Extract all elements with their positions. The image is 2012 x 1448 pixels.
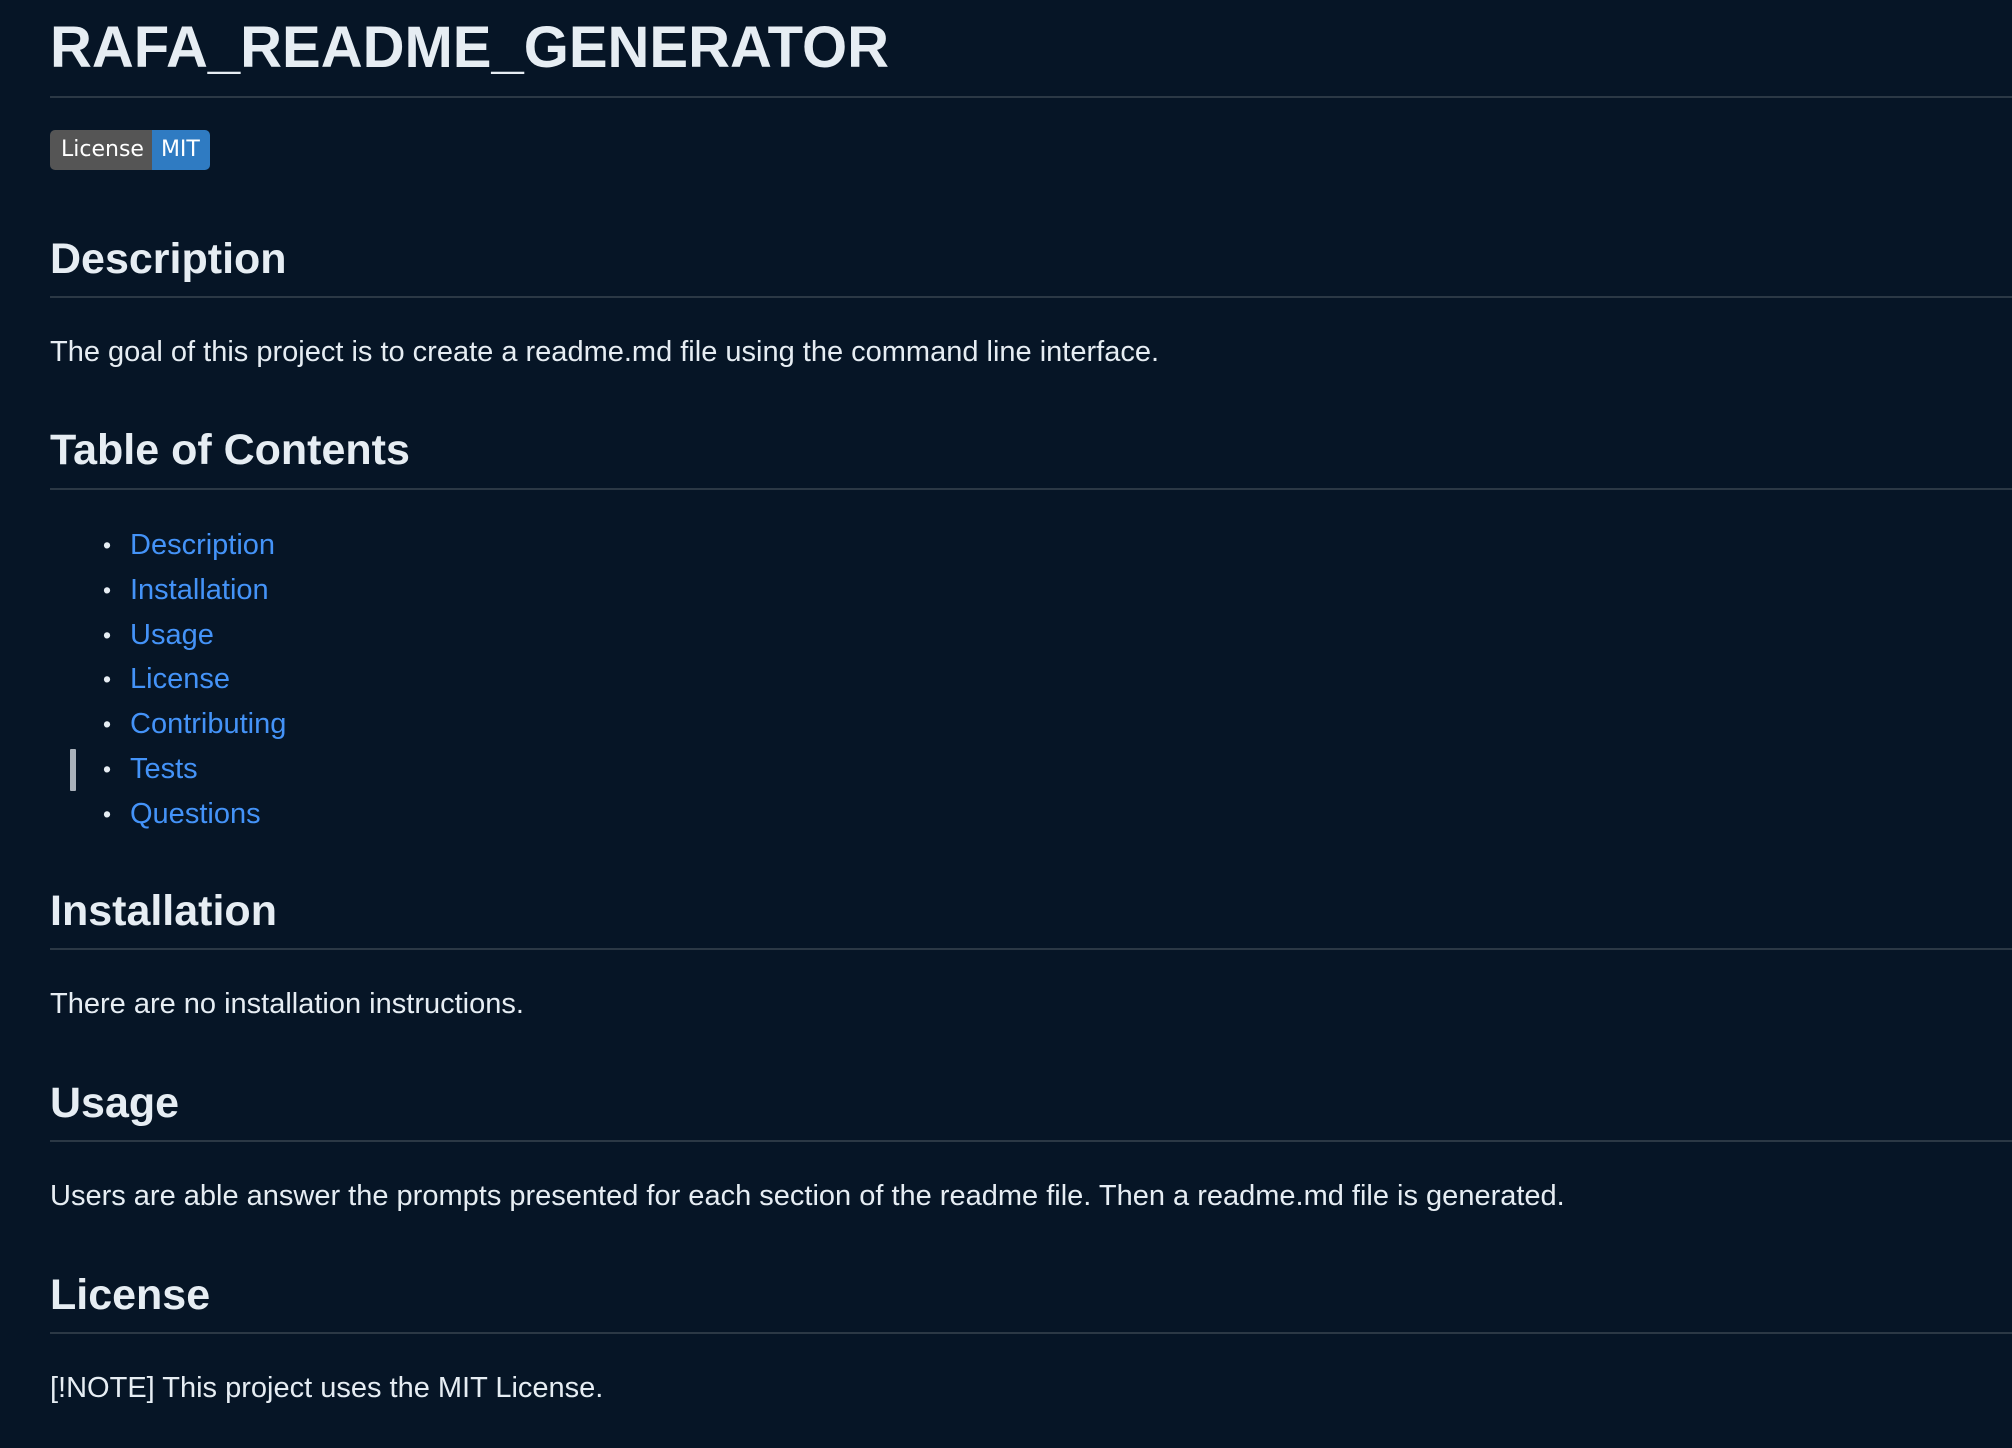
toc-link-questions[interactable]: Questions	[130, 798, 261, 830]
toc-item-questions: Questions	[103, 792, 286, 837]
usage-text: Users are able answer the prompts presen…	[50, 1180, 1565, 1212]
installation-divider	[50, 948, 2012, 950]
page-title: RAFA_README_GENERATOR	[50, 15, 889, 80]
table-of-contents-heading: Table of Contents	[50, 426, 410, 474]
toc-item-tests: Tests	[103, 747, 286, 792]
installation-heading: Installation	[50, 887, 277, 935]
table-of-contents-list: Description Installation Usage License C…	[103, 523, 286, 837]
toc-item-installation: Installation	[103, 568, 286, 613]
toc-link-description[interactable]: Description	[130, 529, 275, 561]
toc-item-contributing: Contributing	[103, 702, 286, 747]
description-text: The goal of this project is to create a …	[50, 336, 1160, 368]
description-heading: Description	[50, 235, 287, 283]
readme-page: RAFA_README_GENERATOR License MIT Descri…	[0, 0, 2012, 1448]
table-of-contents-divider	[50, 488, 2012, 490]
toc-item-license: License	[103, 657, 286, 702]
license-badge-value: MIT	[151, 130, 210, 170]
toc-item-description: Description	[103, 523, 286, 568]
license-badge[interactable]: License MIT	[50, 130, 210, 170]
license-divider	[50, 1332, 2012, 1334]
toc-link-tests[interactable]: Tests	[130, 753, 198, 785]
usage-divider	[50, 1140, 2012, 1142]
text-cursor-marker	[70, 749, 76, 791]
toc-link-usage[interactable]: Usage	[130, 619, 214, 651]
license-heading: License	[50, 1271, 211, 1319]
toc-link-installation[interactable]: Installation	[130, 574, 269, 606]
description-divider	[50, 296, 2012, 298]
toc-item-usage: Usage	[103, 613, 286, 658]
toc-link-license[interactable]: License	[130, 663, 230, 695]
license-badge-label: License	[50, 130, 152, 170]
toc-link-contributing[interactable]: Contributing	[130, 708, 286, 740]
title-divider	[50, 96, 2012, 98]
usage-heading: Usage	[50, 1079, 180, 1127]
license-text: [!NOTE] This project uses the MIT Licens…	[50, 1372, 604, 1404]
installation-text: There are no installation instructions.	[50, 988, 524, 1020]
